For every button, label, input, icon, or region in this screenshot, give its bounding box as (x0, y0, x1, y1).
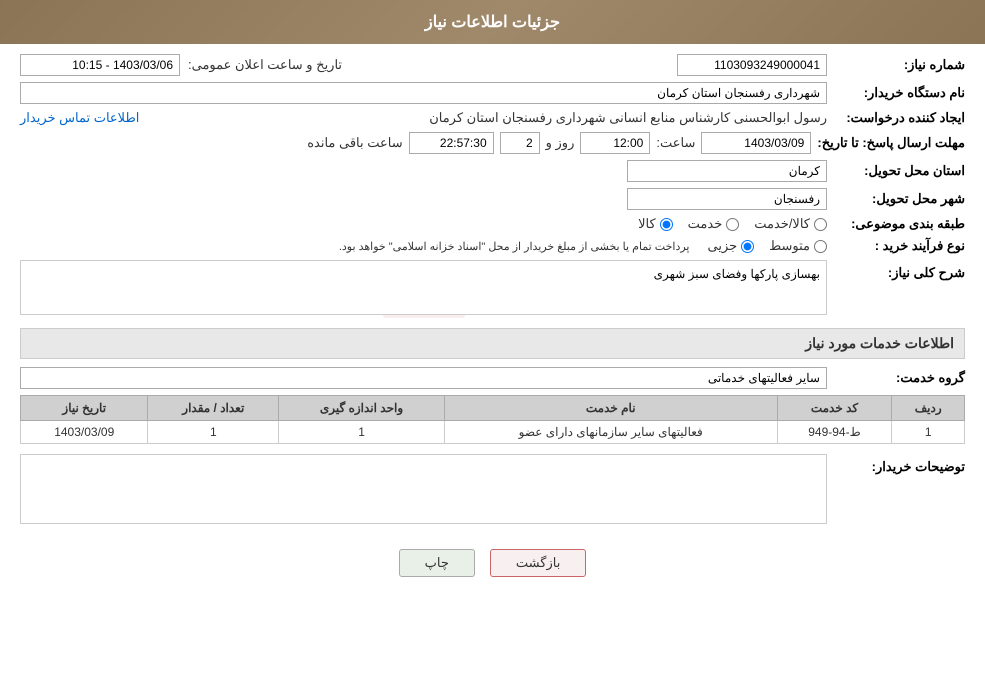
page-header: جزئیات اطلاعات نیاز (0, 0, 985, 44)
service-group-label: گروه خدمت: (835, 370, 965, 386)
buyer-label: نام دستگاه خریدار: (835, 85, 965, 101)
category-radio-group: کالا/خدمت خدمت کالا (638, 216, 827, 232)
radio-kala-khedmat-input[interactable] (814, 218, 827, 231)
announce-input[interactable] (20, 54, 180, 76)
row-buyer: نام دستگاه خریدار: (20, 82, 965, 104)
radio-kala-khedmat: کالا/خدمت (754, 216, 827, 232)
radio-kala-khedmat-label: کالا/خدمت (754, 216, 810, 232)
radio-jozii-label: جزیی (707, 238, 737, 254)
purchase-type-label: نوع فرآیند خرید : (835, 238, 965, 254)
radio-kala-input[interactable] (660, 218, 673, 231)
city-input[interactable] (627, 188, 827, 210)
purchase-note: پرداخت تمام یا بخشی از مبلغ خریدار از مح… (339, 240, 690, 253)
reply-time-label: ساعت: (656, 135, 695, 151)
description-textarea[interactable]: بهسازی پارکها وفضای سبز شهری (20, 260, 827, 315)
cell-qty: 1 (148, 421, 279, 444)
buyer-input[interactable] (20, 82, 827, 104)
buttons-row: بازگشت چاپ (20, 537, 965, 589)
row-province: استان محل تحویل: (20, 160, 965, 182)
col-unit: واحد اندازه گیری (279, 396, 445, 421)
radio-khedmat-input[interactable] (726, 218, 739, 231)
reply-time-input[interactable] (580, 132, 650, 154)
radio-jozii: جزیی (707, 238, 754, 254)
page-wrapper: جزئیات اطلاعات نیاز شماره نیاز: تاریخ و … (0, 0, 985, 691)
purchase-type-radio-group: متوسط جزیی (707, 238, 827, 254)
row-reply-deadline: مهلت ارسال پاسخ: تا تاریخ: ساعت: روز و س… (20, 132, 965, 154)
services-table-container: ردیف کد خدمت نام خدمت واحد اندازه گیری ت… (20, 395, 965, 444)
services-table: ردیف کد خدمت نام خدمت واحد اندازه گیری ت… (20, 395, 965, 444)
row-city: شهر محل تحویل: (20, 188, 965, 210)
table-header-row: ردیف کد خدمت نام خدمت واحد اندازه گیری ت… (21, 396, 965, 421)
cell-date: 1403/03/09 (21, 421, 148, 444)
radio-motavaset-input[interactable] (814, 240, 827, 253)
col-name: نام خدمت (444, 396, 777, 421)
announce-label: تاریخ و ساعت اعلان عمومی: (188, 57, 342, 73)
col-code: کد خدمت (777, 396, 892, 421)
col-row: ردیف (892, 396, 965, 421)
reply-remaining-label: ساعت باقی مانده (307, 135, 402, 151)
reply-deadline-label: مهلت ارسال پاسخ: تا تاریخ: (817, 135, 965, 151)
row-need-number: شماره نیاز: تاریخ و ساعت اعلان عمومی: (20, 54, 965, 76)
reply-days-label: روز و (546, 135, 575, 151)
buyer-notes-textarea[interactable] (20, 454, 827, 524)
province-label: استان محل تحویل: (835, 163, 965, 179)
radio-kala-label: کالا (638, 216, 656, 232)
radio-khedmat: خدمت (688, 216, 740, 232)
province-input[interactable] (627, 160, 827, 182)
main-content: شماره نیاز: تاریخ و ساعت اعلان عمومی: نا… (0, 44, 985, 599)
category-label: طبقه بندی موضوعی: (835, 216, 965, 232)
row-purchase-type: نوع فرآیند خرید : متوسط جزیی پرداخت تمام… (20, 238, 965, 254)
radio-khedmat-label: خدمت (688, 216, 723, 232)
cell-row: 1 (892, 421, 965, 444)
row-creator: ایجاد کننده درخواست: رسول ابوالحسنی کارش… (20, 110, 965, 126)
row-category: طبقه بندی موضوعی: کالا/خدمت خدمت کالا (20, 216, 965, 232)
table-row: 1 ط-94-949 فعالیتهای سایر سازمانهای دارا… (21, 421, 965, 444)
reply-days-input[interactable] (500, 132, 540, 154)
buyer-notes-section: توضیحات خریدار: (20, 454, 965, 527)
reply-remaining-input[interactable] (409, 132, 494, 154)
service-group-input[interactable] (20, 367, 827, 389)
services-section-title: اطلاعات خدمات مورد نیاز (20, 328, 965, 359)
radio-motavaset: متوسط (769, 238, 827, 254)
buyer-notes-label: توضیحات خریدار: (835, 454, 965, 475)
need-number-label: شماره نیاز: (835, 57, 965, 73)
page-title: جزئیات اطلاعات نیاز (425, 14, 560, 31)
creator-value: رسول ابوالحسنی کارشناس منابع انسانی شهرد… (147, 110, 827, 126)
city-label: شهر محل تحویل: (835, 191, 965, 207)
cell-code: ط-94-949 (777, 421, 892, 444)
creator-label: ایجاد کننده درخواست: (835, 110, 965, 126)
cell-unit: 1 (279, 421, 445, 444)
col-qty: تعداد / مقدار (148, 396, 279, 421)
need-number-input[interactable] (677, 54, 827, 76)
reply-date-input[interactable] (701, 132, 811, 154)
radio-kala: کالا (638, 216, 673, 232)
cell-name: فعالیتهای سایر سازمانهای دارای عضو (444, 421, 777, 444)
radio-motavaset-label: متوسط (769, 238, 810, 254)
radio-jozii-input[interactable] (741, 240, 754, 253)
row-service-group: گروه خدمت: (20, 367, 965, 389)
col-date: تاریخ نیاز (21, 396, 148, 421)
description-section: شرح کلی نیاز: بهسازی پارکها وفضای سبز شه… (20, 260, 965, 318)
back-button[interactable]: بازگشت (490, 549, 586, 577)
print-button[interactable]: چاپ (399, 549, 475, 577)
creator-contact-link[interactable]: اطلاعات تماس خریدار (20, 110, 139, 126)
description-label: شرح کلی نیاز: (835, 260, 965, 281)
